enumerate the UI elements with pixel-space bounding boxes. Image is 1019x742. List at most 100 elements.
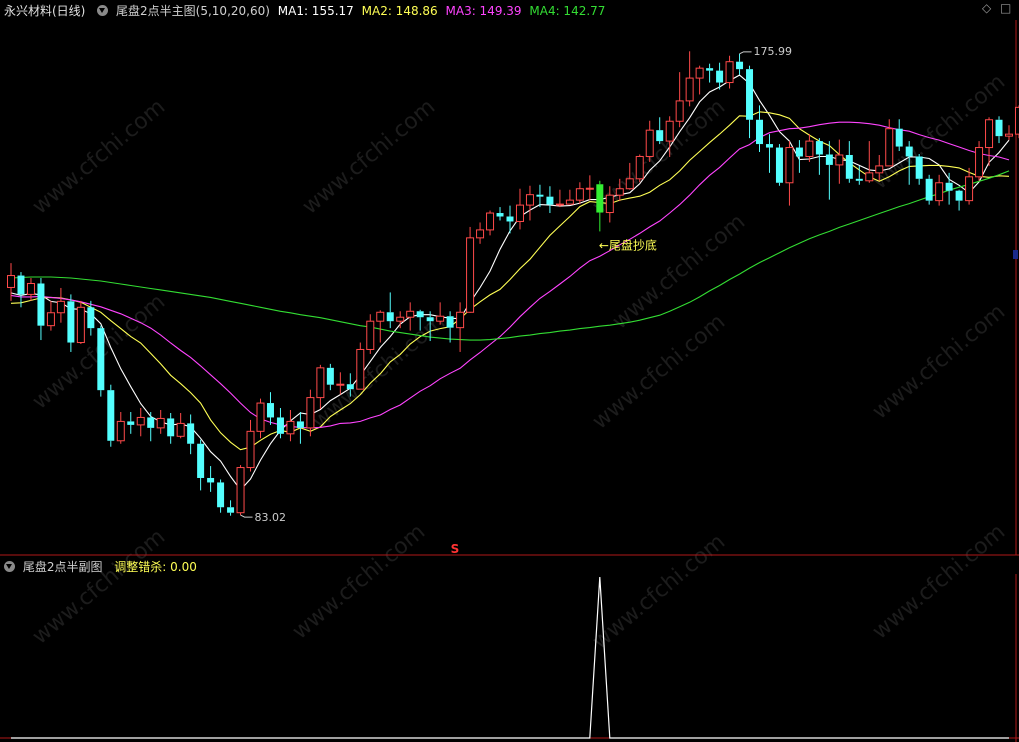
candle[interactable] [746,65,754,139]
candle[interactable] [67,294,75,352]
candle[interactable] [436,302,445,325]
chevron-down-icon[interactable] [4,561,15,572]
candle[interactable] [446,311,454,343]
candle[interactable] [805,134,814,162]
candle[interactable] [107,384,115,447]
candle[interactable] [207,466,215,492]
candle[interactable] [706,63,714,83]
signal-line [11,576,1009,739]
square-icon[interactable]: □ [1000,2,1011,14]
candle[interactable] [575,182,584,205]
candle[interactable] [1014,105,1019,139]
candle[interactable] [466,226,475,313]
candle[interactable] [116,411,125,444]
candle[interactable] [955,189,963,211]
candle[interactable] [785,141,794,206]
ma3-value: MA3: 149.39 [445,4,522,18]
candle[interactable] [496,207,504,221]
main-chart-header: 永兴材料(日线) 尾盘2点半主图(5,10,20,60) MA1: 155.17… [0,1,609,21]
candle[interactable] [386,292,394,329]
candle[interactable] [995,116,1003,144]
candle[interactable] [645,120,654,162]
candle[interactable] [167,412,175,444]
candle[interactable] [486,210,495,236]
candle[interactable] [56,287,65,323]
chart-area[interactable]: www.cfchi.com www.cfchi.com www.cfchi.com w… [0,0,1019,742]
candle[interactable] [985,117,994,166]
candle[interactable] [736,53,744,75]
ma2-value: MA2: 148.86 [361,4,438,18]
candle[interactable] [915,153,923,185]
main-indicator-name[interactable]: 尾盘2点半主图(5,10,20,60) [116,4,270,18]
candle[interactable] [865,141,874,183]
candle[interactable] [695,65,704,95]
candle[interactable] [256,398,265,439]
candle[interactable] [246,419,255,472]
candle[interactable] [885,119,894,167]
candle[interactable] [656,117,664,145]
watermark-text: www.cfchi.com [868,519,1010,644]
chevron-down-icon[interactable] [97,5,109,16]
candle[interactable] [546,186,554,214]
candle[interactable] [97,325,105,397]
candle[interactable] [306,389,315,437]
candle[interactable] [197,439,205,491]
candle[interactable] [147,411,155,442]
candle[interactable] [596,180,604,232]
candle[interactable] [456,302,465,352]
candle[interactable] [845,141,853,183]
candle[interactable] [176,412,185,439]
candle[interactable] [515,188,524,230]
scroll-marker[interactable] [1013,250,1018,259]
candle[interactable] [765,134,773,173]
candle[interactable] [136,408,145,437]
candle[interactable] [276,408,284,439]
candle[interactable] [525,185,534,221]
candle[interactable] [685,51,694,107]
candle[interactable] [775,144,783,186]
low-label-arrow [240,514,253,518]
candle[interactable] [326,363,334,391]
high-label-arrow [739,51,752,55]
candle[interactable] [925,174,933,205]
candle[interactable] [366,314,375,354]
candle[interactable] [506,205,514,234]
candle[interactable] [37,278,45,341]
candle[interactable] [217,479,225,513]
candle[interactable] [236,465,245,516]
candle[interactable] [46,300,55,331]
candle[interactable] [565,189,574,205]
candle[interactable] [476,222,485,244]
candle[interactable] [795,140,803,173]
stock-title[interactable]: 永兴材料(日线) [4,4,85,18]
candle[interactable] [935,174,944,206]
watermark-text: www.cfchi.com [608,209,750,334]
candle[interactable] [555,189,564,208]
candle[interactable] [356,342,365,390]
candle[interactable] [296,411,304,444]
candle[interactable] [227,500,235,516]
sub-chart-header: 尾盘2点半副图 调整错杀: 0.00 [0,557,201,577]
candle[interactable] [156,410,165,434]
candle[interactable] [635,154,644,183]
candle[interactable] [825,141,833,200]
candle[interactable] [7,263,15,301]
candle[interactable] [975,141,984,181]
candle[interactable] [675,72,684,128]
candle[interactable] [187,414,195,455]
candle[interactable] [266,392,274,425]
candle[interactable] [76,300,85,345]
candle[interactable] [127,411,135,434]
candle[interactable] [1005,125,1013,141]
candle[interactable] [725,55,734,89]
sub-indicator-name[interactable]: 尾盘2点半副图 [23,560,103,574]
watermark-text: www.cfchi.com [588,529,730,654]
diamond-icon[interactable]: ◇ [982,2,992,14]
candle[interactable] [895,119,903,152]
candle[interactable] [396,311,405,329]
candle[interactable] [286,410,295,442]
candle[interactable] [945,172,953,205]
candle[interactable] [835,139,844,184]
candle[interactable] [536,184,544,208]
candle[interactable] [376,310,385,343]
